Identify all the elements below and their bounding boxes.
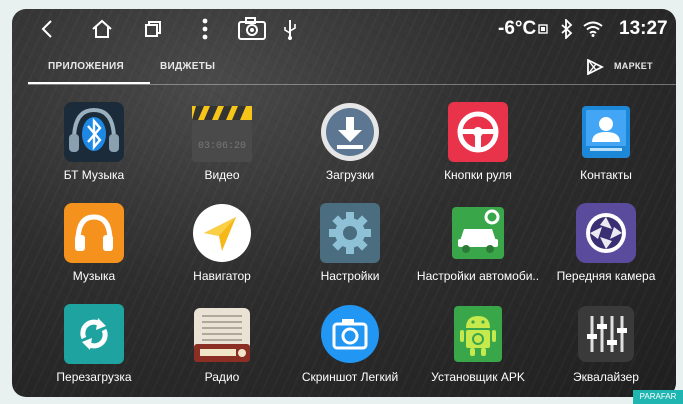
clock-group: 13:27: [619, 9, 668, 49]
app-label: Загрузки: [325, 168, 375, 182]
app-label: Контакты: [580, 168, 632, 182]
settings-gear-icon: [320, 203, 380, 263]
headphones-icon: [64, 203, 124, 263]
app-label: Навигатор: [193, 269, 251, 283]
app-label: Настройки: [320, 269, 380, 283]
app-label: Эквалайзер: [573, 370, 639, 384]
app-label: Музыка: [72, 269, 116, 283]
clapperboard-icon: 03:06:20: [192, 102, 252, 162]
tab-apps[interactable]: ПРИЛОЖЕНИЯ: [48, 61, 124, 72]
equalizer-icon: [576, 304, 636, 364]
tab-market[interactable]: МАРКЕТ: [614, 61, 653, 71]
app-downloads[interactable]: Загрузки: [286, 102, 414, 202]
temperature-group: -6°C: [498, 9, 548, 49]
app-label: Передняя камера: [556, 269, 656, 283]
watermark-badge: PARAFAR: [633, 390, 683, 404]
back-icon[interactable]: [36, 17, 58, 41]
screenshot-icon[interactable]: [236, 17, 268, 41]
app-label: Радио: [204, 370, 240, 384]
app-screenshot-easy[interactable]: Скриншот Легкий: [286, 304, 414, 397]
head-unit-screen: -6°C 13:27 ПРИЛОЖЕНИЯ ВИДЖЕТЫ МАРКЕТ БТ …: [12, 9, 676, 397]
app-label: Перезагрузка: [56, 370, 132, 384]
wifi-icon: [582, 17, 604, 41]
app-label: БТ Музыка: [63, 168, 125, 182]
app-tabs: ПРИЛОЖЕНИЯ ВИДЖЕТЫ МАРКЕТ: [12, 57, 676, 87]
reload-icon: [64, 304, 124, 364]
app-settings[interactable]: Настройки: [286, 203, 414, 303]
app-steering-buttons[interactable]: Кнопки руля: [414, 102, 542, 202]
app-apk-installer[interactable]: Установщик APK: [414, 304, 542, 397]
menu-dots-icon[interactable]: [198, 17, 212, 41]
app-contacts[interactable]: Контакты: [542, 102, 670, 202]
market-play-icon[interactable]: [586, 58, 605, 80]
temperature: -6°C: [498, 18, 537, 39]
recent-apps-icon[interactable]: [142, 17, 164, 41]
app-bt-music[interactable]: БТ Музыка: [30, 102, 158, 202]
navigator-arrow-icon: [192, 203, 252, 263]
radio-icon: [192, 304, 252, 364]
app-video[interactable]: 03:06:20 Видео: [158, 102, 286, 202]
app-label: Настройки автомоби..: [416, 269, 540, 283]
screenshot-camera-icon: [320, 304, 380, 364]
sim-icon: [538, 24, 548, 34]
bluetooth-headphones-icon: [64, 102, 124, 162]
bluetooth-status-icon: [560, 17, 574, 41]
download-icon: [320, 102, 380, 162]
home-icon[interactable]: [90, 17, 114, 41]
app-music[interactable]: Музыка: [30, 203, 158, 303]
video-timecode: 03:06:20: [198, 141, 246, 152]
app-label: Видео: [204, 168, 240, 182]
tab-divider: [28, 84, 676, 85]
app-radio[interactable]: Радио: [158, 304, 286, 397]
car-settings-icon: [448, 203, 508, 263]
usb-icon: [282, 17, 298, 41]
tab-widgets[interactable]: ВИДЖЕТЫ: [160, 61, 215, 72]
contacts-icon: [576, 102, 636, 162]
app-car-settings[interactable]: Настройки автомоби..: [414, 203, 542, 303]
camera-aperture-icon: [576, 203, 636, 263]
steering-wheel-icon: [448, 102, 508, 162]
status-bar: -6°C 13:27: [12, 9, 676, 49]
app-navigator[interactable]: Навигатор: [158, 203, 286, 303]
clock: 13:27: [619, 18, 668, 39]
app-label: Кнопки руля: [444, 168, 512, 182]
app-front-camera[interactable]: Передняя камера: [542, 203, 670, 303]
app-label: Установщик APK: [431, 370, 525, 384]
android-installer-icon: [448, 304, 508, 364]
app-label: Скриншот Легкий: [301, 370, 399, 384]
app-reboot[interactable]: Перезагрузка: [30, 304, 158, 397]
app-equalizer[interactable]: Эквалайзер: [542, 304, 670, 397]
